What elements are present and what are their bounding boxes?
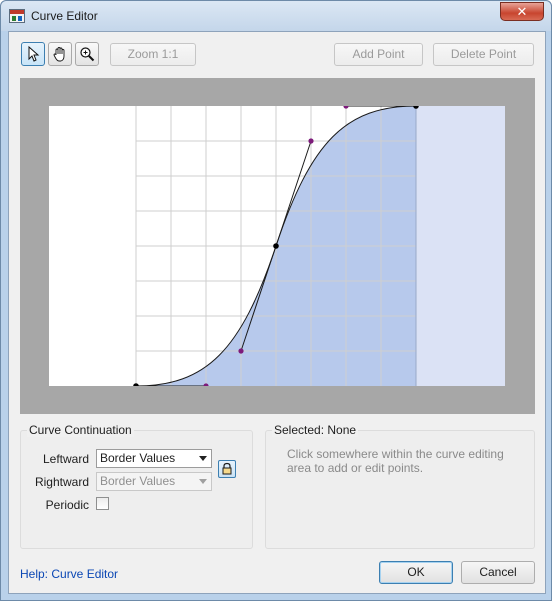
link-lock-button[interactable] bbox=[218, 460, 236, 478]
leftward-select[interactable]: Border Values bbox=[96, 449, 212, 468]
chevron-down-icon bbox=[199, 479, 207, 484]
rightward-select-value: Border Values bbox=[100, 474, 176, 488]
zoom-magnifier-icon bbox=[80, 47, 95, 62]
curve-editing-area[interactable] bbox=[20, 78, 535, 414]
ok-button[interactable]: OK bbox=[379, 561, 453, 584]
zoom-tool-button[interactable] bbox=[75, 42, 99, 66]
add-point-button[interactable]: Add Point bbox=[334, 43, 423, 66]
chevron-down-icon bbox=[199, 456, 207, 461]
title-bar[interactable]: Curve Editor ✕ bbox=[1, 1, 551, 31]
selection-hint-line-1: Click somewhere within the curve editing bbox=[287, 447, 504, 461]
right-extension-region bbox=[416, 106, 505, 386]
select-tool-button[interactable] bbox=[21, 42, 45, 66]
periodic-checkbox[interactable] bbox=[96, 497, 109, 510]
delete-point-button[interactable]: Delete Point bbox=[433, 43, 534, 66]
help-curve-editor-link[interactable]: Help: Curve Editor bbox=[20, 567, 118, 581]
leftward-select-value: Border Values bbox=[100, 451, 176, 465]
window-title: Curve Editor bbox=[31, 9, 98, 23]
hand-pan-icon bbox=[53, 47, 65, 62]
curve-plot[interactable] bbox=[49, 106, 505, 386]
curve-key-point bbox=[273, 243, 279, 249]
curve-continuation-group: Curve Continuation Leftward Border Value… bbox=[20, 423, 253, 549]
selection-hint-line-2: area to add or edit points. bbox=[287, 461, 424, 475]
arrow-pointer-icon bbox=[28, 46, 40, 62]
curve-continuation-title: Curve Continuation bbox=[27, 423, 134, 437]
lock-icon bbox=[222, 462, 232, 475]
tangent-handle-point bbox=[238, 348, 244, 354]
leftward-label: Leftward bbox=[42, 452, 89, 466]
tangent-handle-point bbox=[308, 138, 314, 144]
curve-editor-window: Curve Editor ✕ Zoom 1:1 Add Point Delete… bbox=[0, 0, 552, 601]
selection-group: Selected: None Click somewhere within th… bbox=[265, 423, 535, 549]
curve-editor-app-icon bbox=[9, 9, 25, 23]
rightward-select[interactable]: Border Values bbox=[96, 472, 212, 491]
periodic-label: Periodic bbox=[45, 498, 89, 512]
dialog-client: Zoom 1:1 Add Point Delete Point Curve Co… bbox=[8, 31, 546, 594]
pan-tool-button[interactable] bbox=[48, 42, 72, 66]
close-button[interactable]: ✕ bbox=[500, 2, 544, 21]
cancel-button[interactable]: Cancel bbox=[461, 561, 535, 584]
zoom-1-1-button[interactable]: Zoom 1:1 bbox=[110, 43, 196, 66]
selection-title: Selected: None bbox=[272, 423, 359, 437]
rightward-label: Rightward bbox=[34, 475, 89, 489]
